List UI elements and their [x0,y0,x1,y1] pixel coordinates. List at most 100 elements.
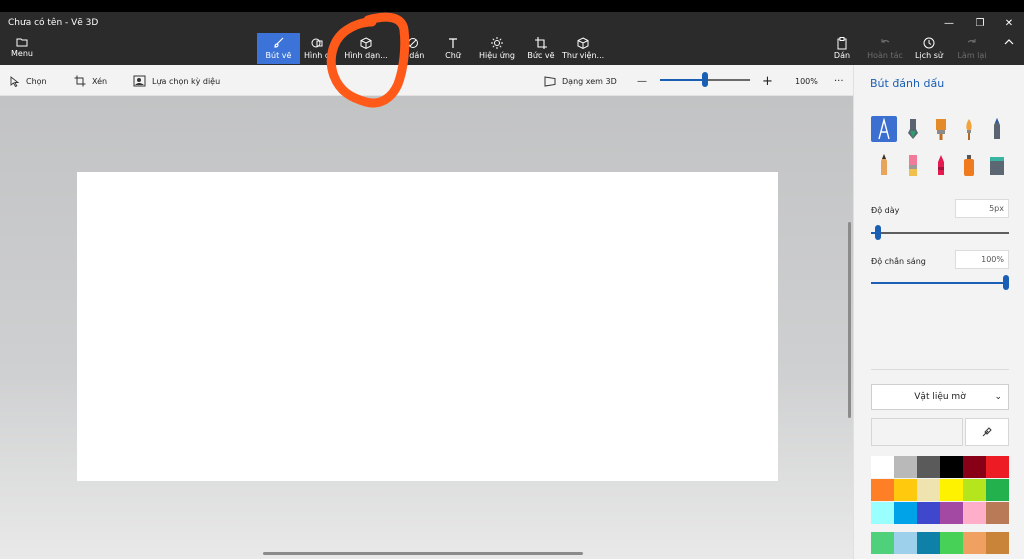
zoom-in-button[interactable]: + [762,73,773,89]
vertical-scrollbar[interactable] [848,222,851,418]
redo-button[interactable]: Làm lại [955,33,989,64]
eraser-brush[interactable] [900,152,926,178]
3d-view-icon [544,75,556,87]
history-button[interactable]: Lịch sử [912,33,946,64]
color-swatch[interactable] [986,479,1009,501]
color-swatch[interactable] [894,456,917,478]
opacity-slider-thumb[interactable] [1003,275,1009,290]
menu-button[interactable]: Menu [6,34,38,64]
zoom-slider-fill [660,79,705,81]
color-swatch[interactable] [940,532,963,554]
pencil-icon [881,154,887,175]
tool-3d-shapes[interactable]: Hình dạn... [344,33,388,64]
select-button[interactable]: Chọn [10,73,47,89]
horizontal-scrollbar[interactable] [263,552,583,555]
tool-stickers[interactable]: h dán [398,33,428,64]
eyedropper-icon [982,427,992,437]
color-swatch[interactable] [894,502,917,524]
color-swatch[interactable] [963,502,986,524]
color-swatch[interactable] [871,479,894,501]
maximize-button[interactable]: ❐ [971,16,989,32]
color-swatch[interactable] [871,502,894,524]
color-swatch[interactable] [963,532,986,554]
color-swatch[interactable] [917,532,940,554]
color-swatch[interactable] [917,456,940,478]
expand-ribbon-button[interactable] [998,33,1020,64]
oil-brush[interactable] [928,116,954,142]
color-swatch[interactable] [940,479,963,501]
cube-icon [360,37,372,50]
tool-label: Hình dạn... [344,51,388,60]
color-swatch[interactable] [917,479,940,501]
shapes-2d-icon [311,38,323,48]
color-swatch[interactable] [871,456,894,478]
spray-can-brush[interactable] [956,152,982,178]
library-icon [577,37,589,50]
crop-button[interactable]: Xén [74,73,107,89]
opacity-label: Độ chắn sáng [871,257,926,266]
color-swatch[interactable] [940,456,963,478]
crop-label: Xén [92,76,108,86]
minimize-button[interactable]: — [940,16,958,32]
color-swatch[interactable] [986,502,1009,524]
3d-view-toggle[interactable]: Dạng xem 3D [544,73,617,89]
thickness-slider-thumb[interactable] [874,225,881,240]
drawing-canvas[interactable] [77,172,778,481]
material-dropdown[interactable]: Vật liệu mờ ⌄ [871,384,1009,410]
color-swatch[interactable] [871,532,894,554]
tool-2d-shapes[interactable]: Hình d [302,33,332,64]
tool-canvas[interactable]: Bức vẽ [526,33,556,64]
redo-icon [967,39,976,43]
magic-select-button[interactable]: Lựa chọn kỳ diệu [133,73,220,89]
more-options-button[interactable]: ··· [834,73,844,89]
color-swatch[interactable] [917,502,940,524]
color-swatch[interactable] [963,479,986,501]
close-button[interactable]: ✕ [1000,16,1018,32]
paste-button[interactable]: Dán [830,33,854,64]
magic-select-label: Lựa chọn kỳ diệu [152,76,221,86]
eyedropper-button[interactable] [965,418,1009,446]
calligraphy-pen-brush[interactable] [900,116,926,142]
history-label: Lịch sử [915,51,943,60]
tool-effects[interactable]: Hiệu ứng [478,33,516,64]
paste-icon [837,37,847,50]
undo-button[interactable]: Hoàn tác [866,33,904,64]
zoom-slider-thumb[interactable] [702,72,708,87]
panel-title: Bút đánh dấu [870,77,945,90]
crayon-brush[interactable] [928,152,954,178]
history-icon [923,37,935,49]
color-swatch[interactable] [940,502,963,524]
color-swatch[interactable] [986,456,1009,478]
cursor-icon [10,75,20,87]
color-swatch[interactable] [963,456,986,478]
marker-brush[interactable] [871,116,897,142]
zoom-level[interactable]: 100% [795,73,818,89]
fill-bucket-brush[interactable] [984,152,1010,178]
color-swatch[interactable] [894,479,917,501]
color-swatch[interactable] [986,532,1009,554]
watercolor-brush[interactable] [956,116,982,142]
marker-icon [878,118,890,140]
paste-label: Dán [833,51,851,60]
effects-icon [491,37,503,49]
workspace [0,96,853,559]
tool-options-bar: Chọn Xén Lựa chọn kỳ diệu Dạng xem 3D — … [0,65,853,96]
color-swatch[interactable] [894,532,917,554]
thickness-input[interactable]: 5px [955,199,1009,218]
pencil-brush[interactable] [871,152,897,178]
spray-can-icon [964,155,974,176]
tool-brushes[interactable]: Bút vẽ [257,33,300,64]
pixel-pen-brush[interactable] [984,116,1010,142]
zoom-out-button[interactable]: — [637,73,647,89]
tool-label: Hình d [304,51,330,60]
3d-view-label: Dạng xem 3D [562,76,617,86]
thickness-slider-track[interactable] [871,232,1009,234]
watercolor-brush-icon [966,119,972,140]
paint-3d-window: Chưa có tên - Vẽ 3D — ❐ ✕ Menu Bút vẽ Hì… [0,12,1024,559]
opacity-input[interactable]: 100% [955,250,1009,269]
tool-label: Hiệu ứng [479,51,515,60]
tool-3d-library[interactable]: Thư viện... [562,33,604,64]
material-value: Vật liệu mờ [914,392,966,402]
tool-text[interactable]: Chữ [440,33,466,64]
crop-icon [74,75,86,87]
